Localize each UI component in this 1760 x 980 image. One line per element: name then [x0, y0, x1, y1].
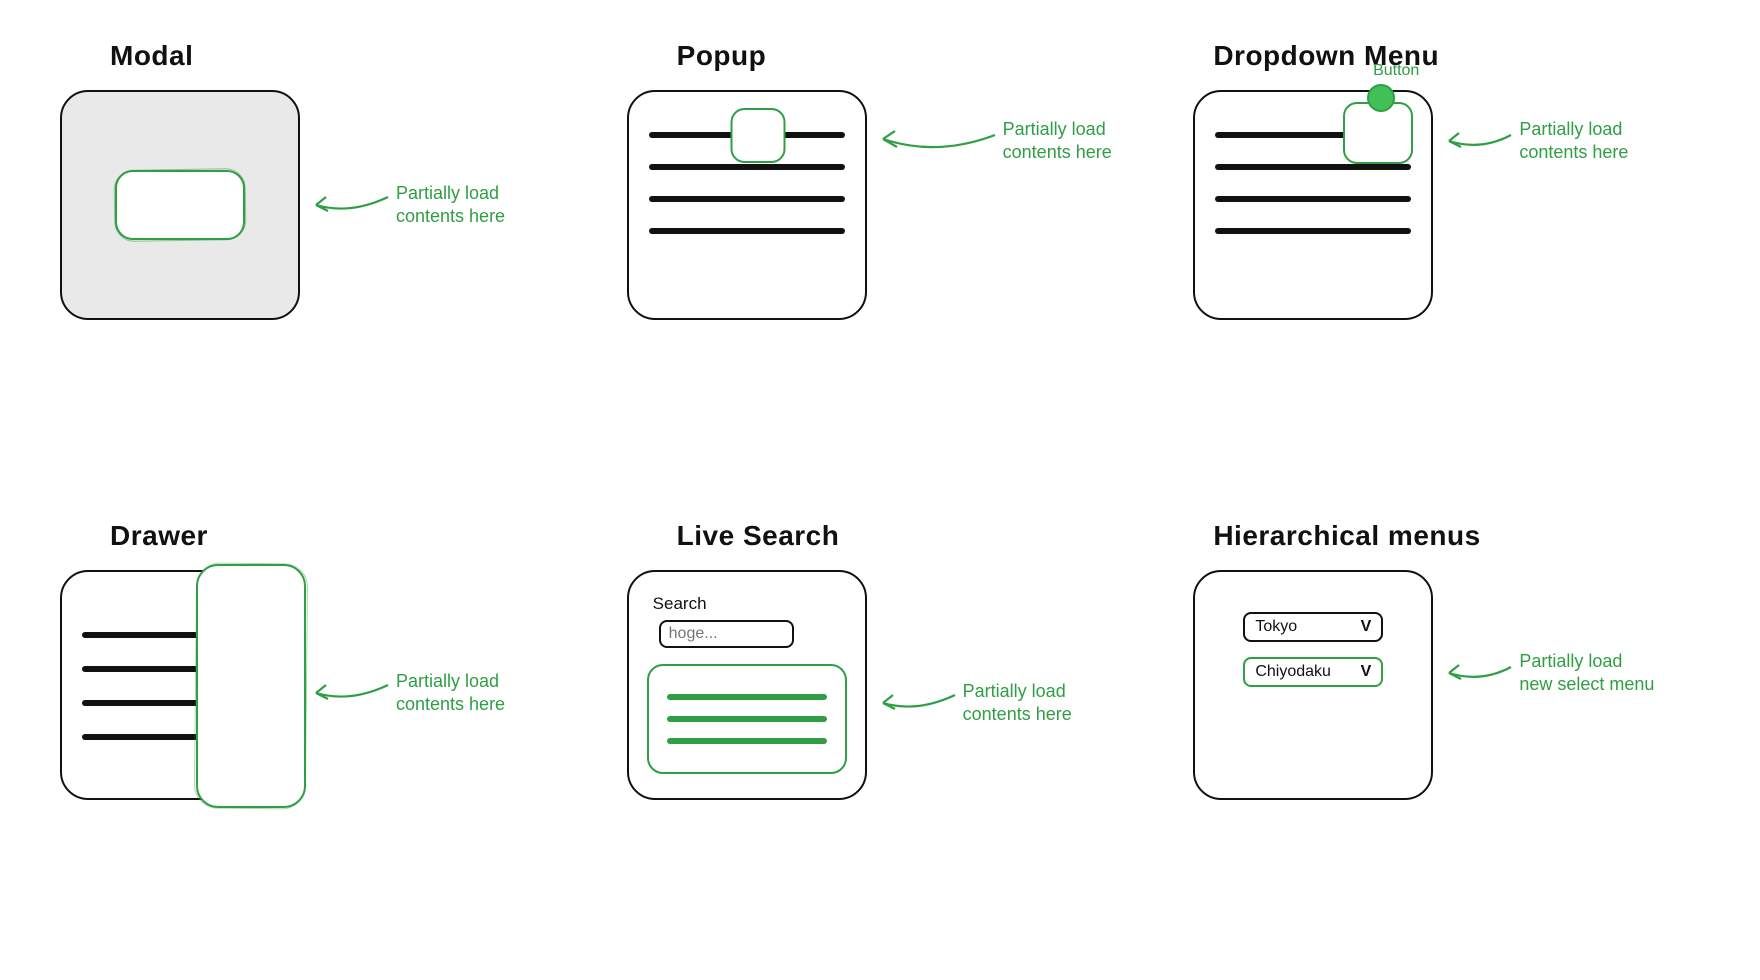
popup-annotation: Partially load contents here — [877, 118, 1112, 163]
drawer-side-panel[interactable] — [196, 564, 306, 808]
popup-annotation-text: Partially load contents here — [1003, 118, 1112, 163]
pattern-hierarchical: Hierarchical menus Tokyo V Chiyodaku V P… — [1193, 520, 1700, 940]
arrow-left-icon — [1443, 653, 1513, 693]
hierarchical-panel: Tokyo V Chiyodaku V — [1193, 570, 1433, 800]
live-search-title: Live Search — [677, 520, 840, 552]
content-line — [1215, 164, 1411, 170]
content-line — [649, 164, 845, 170]
popup-panel — [627, 90, 867, 320]
select-level-1[interactable]: Tokyo V — [1243, 612, 1383, 642]
modal-annotation-text: Partially load contents here — [396, 182, 505, 227]
chevron-down-icon: V — [1361, 618, 1372, 636]
modal-dialog[interactable] — [115, 170, 245, 240]
content-line — [649, 196, 845, 202]
modal-annotation: Partially load contents here — [310, 182, 505, 227]
pattern-popup: Popup Partially load contents here — [627, 40, 1134, 460]
dropdown-annotation: Partially load contents here — [1443, 118, 1628, 163]
content-line — [649, 228, 845, 234]
arrow-left-icon — [877, 121, 997, 161]
pattern-dropdown: Dropdown Menu Button Partially load co — [1193, 40, 1700, 460]
select-level-2-value: Chiyodaku — [1255, 663, 1331, 681]
arrow-left-icon — [1443, 121, 1513, 161]
hierarchical-annotation: Partially load new select menu — [1443, 650, 1654, 695]
result-line — [667, 738, 827, 744]
arrow-left-icon — [877, 683, 957, 723]
search-label: Search — [653, 594, 707, 614]
hierarchical-title: Hierarchical menus — [1213, 520, 1480, 552]
result-line — [667, 694, 827, 700]
hierarchical-annotation-text: Partially load new select menu — [1519, 650, 1654, 695]
select-level-2[interactable]: Chiyodaku V — [1243, 657, 1383, 687]
live-search-panel: Search — [627, 570, 867, 800]
drawer-panel — [60, 570, 300, 800]
arrow-left-icon — [310, 185, 390, 225]
modal-panel — [60, 90, 300, 320]
pattern-modal: Modal Partially load contents here — [60, 40, 567, 460]
modal-title: Modal — [110, 40, 193, 72]
popup-title: Popup — [677, 40, 767, 72]
dropdown-annotation-text: Partially load contents here — [1519, 118, 1628, 163]
pattern-drawer: Drawer Partially load contents here — [60, 520, 567, 940]
drawer-title: Drawer — [110, 520, 208, 552]
result-line — [667, 716, 827, 722]
popup-overlay[interactable] — [730, 108, 785, 163]
content-line — [1215, 228, 1411, 234]
arrow-left-icon — [310, 673, 390, 713]
search-results-panel[interactable] — [647, 664, 847, 774]
dropdown-button-label: Button — [1373, 62, 1419, 80]
drawer-annotation-text: Partially load contents here — [396, 670, 505, 715]
select-level-1-value: Tokyo — [1255, 618, 1297, 636]
drawer-annotation: Partially load contents here — [310, 670, 505, 715]
content-line — [1215, 196, 1411, 202]
live-search-annotation: Partially load contents here — [877, 680, 1072, 725]
search-input[interactable] — [659, 620, 794, 648]
chevron-down-icon: V — [1361, 663, 1372, 681]
dropdown-panel: Button — [1193, 90, 1433, 320]
live-search-annotation-text: Partially load contents here — [963, 680, 1072, 725]
pattern-live-search: Live Search Search Partially load conten… — [627, 520, 1134, 940]
